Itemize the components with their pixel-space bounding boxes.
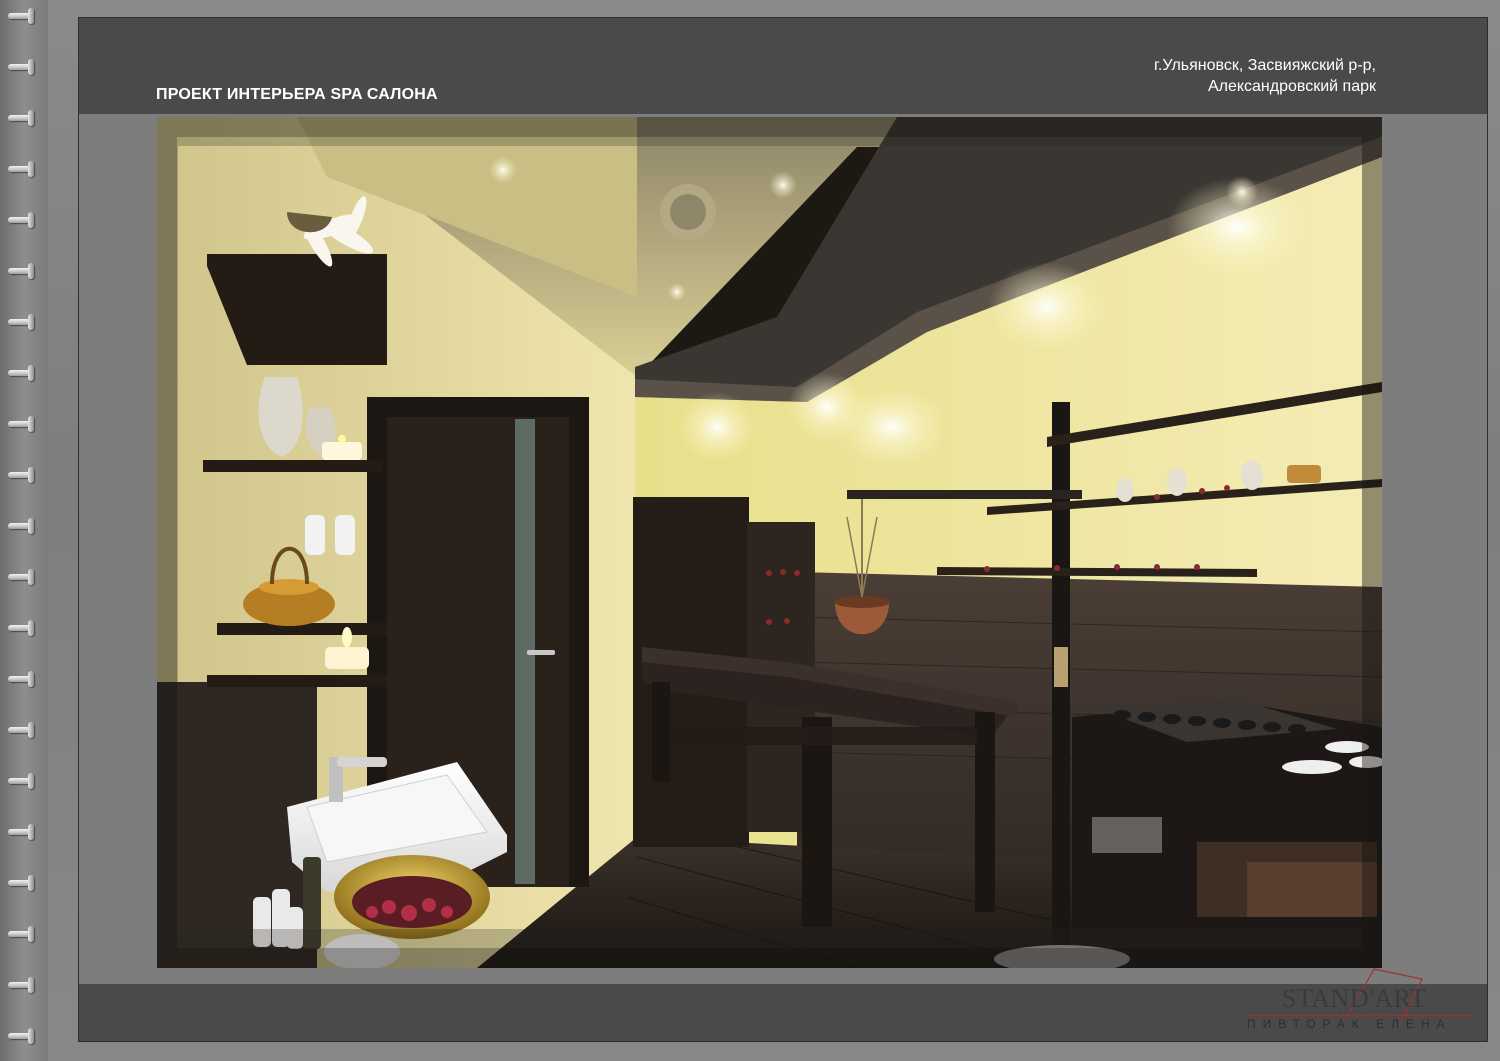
binding-ring bbox=[8, 59, 38, 75]
binding-ring-hook bbox=[28, 977, 34, 993]
binding-ring-hook bbox=[28, 467, 34, 483]
binding-ring bbox=[8, 926, 38, 942]
binding-ring-hook bbox=[28, 416, 34, 432]
binding-ring bbox=[8, 1028, 38, 1044]
binding-ring-hook bbox=[28, 773, 34, 789]
binding-ring bbox=[8, 569, 38, 585]
binding-ring-hook bbox=[28, 722, 34, 738]
binding-ring bbox=[8, 518, 38, 534]
address-line-city: г.Ульяновск, Засвияжский р-р, bbox=[1154, 57, 1376, 74]
address-block: г.Ульяновск, Засвияжский р-р, Александро… bbox=[1154, 55, 1376, 97]
binding-ring-hook bbox=[28, 59, 34, 75]
binding-ring-hook bbox=[28, 620, 34, 636]
binding-ring bbox=[8, 671, 38, 687]
binding-ring bbox=[8, 773, 38, 789]
binding-ring-hook bbox=[28, 161, 34, 177]
binding-ring-hook bbox=[28, 212, 34, 228]
binding-ring-hook bbox=[28, 365, 34, 381]
binding-ring-hook bbox=[28, 110, 34, 126]
binding-ring bbox=[8, 110, 38, 126]
binding-ring bbox=[8, 365, 38, 381]
company-logo: STAND'ART КОМПАНИЯ ПИВТОРАК ЕЛЕНА bbox=[1240, 965, 1480, 1035]
logo-divider bbox=[1246, 1015, 1472, 1016]
spa-room-photo bbox=[157, 117, 1382, 968]
binding-ring bbox=[8, 212, 38, 228]
binding-ring bbox=[8, 722, 38, 738]
binding-ring-hook bbox=[28, 671, 34, 687]
project-title: ПРОЕКТ ИНТЕРЬЕРА SPA САЛОНА bbox=[156, 86, 438, 103]
address-line-park: Александровский парк bbox=[1207, 78, 1376, 95]
spiral-binding bbox=[0, 0, 48, 1061]
binding-ring bbox=[8, 977, 38, 993]
binding-ring bbox=[8, 620, 38, 636]
logo-author: ПИВТОРАК ЕЛЕНА bbox=[1247, 1017, 1452, 1031]
binding-ring-hook bbox=[28, 569, 34, 585]
binding-ring bbox=[8, 314, 38, 330]
binding-ring bbox=[8, 263, 38, 279]
binding-ring-hook bbox=[28, 8, 34, 24]
binding-ring-hook bbox=[28, 314, 34, 330]
logo-company-label: КОМПАНИЯ bbox=[1338, 1008, 1395, 1015]
spa-room-illustration bbox=[157, 117, 1382, 968]
binding-ring bbox=[8, 416, 38, 432]
binding-ring-hook bbox=[28, 824, 34, 840]
binding-ring bbox=[8, 161, 38, 177]
binding-ring-hook bbox=[28, 518, 34, 534]
binding-ring-hook bbox=[28, 1028, 34, 1044]
binding-ring bbox=[8, 875, 38, 891]
binding-ring bbox=[8, 824, 38, 840]
binding-ring bbox=[8, 8, 38, 24]
binding-ring bbox=[8, 467, 38, 483]
binding-ring-hook bbox=[28, 263, 34, 279]
binding-ring-hook bbox=[28, 926, 34, 942]
binding-ring-hook bbox=[28, 875, 34, 891]
